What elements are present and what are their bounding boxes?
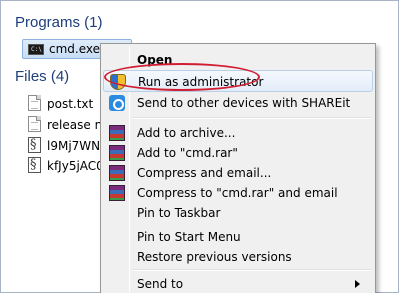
winrar-icon (109, 125, 125, 141)
menu-item-label: Add to "cmd.rar" (137, 146, 238, 160)
menu-item-send-shareit[interactable]: Send to other devices with SHAREit (103, 92, 373, 114)
menu-item-pin-start-menu[interactable]: Pin to Start Menu (103, 226, 373, 248)
file-label: l9Mj7WNb (47, 139, 108, 153)
menu-item-pin-taskbar[interactable]: Pin to Taskbar (103, 202, 373, 224)
files-section-title: Files (4) (15, 68, 70, 85)
winrar-icon (109, 145, 125, 161)
menu-separator (133, 269, 371, 271)
script-icon (28, 157, 41, 173)
document-icon (28, 116, 41, 132)
shareit-icon (109, 95, 125, 111)
menu-item-label: Pin to Start Menu (137, 230, 241, 244)
menu-item-label: Compress and email... (137, 166, 272, 180)
cmd-icon: C:\ (28, 44, 44, 55)
submenu-arrow-icon (355, 280, 360, 288)
menu-item-label: Restore previous versions (137, 250, 292, 264)
winrar-icon (109, 185, 125, 201)
winrar-icon (109, 165, 125, 181)
menu-item-add-archive[interactable]: Add to archive... (103, 122, 373, 144)
menu-item-label: Add to archive... (137, 126, 236, 140)
menu-item-label: Compress to "cmd.rar" and email (137, 186, 338, 200)
menu-item-add-rar[interactable]: Add to "cmd.rar" (103, 142, 373, 164)
document-icon (28, 95, 41, 111)
menu-item-send-to[interactable]: Send to (103, 273, 373, 293)
menu-item-compress-email[interactable]: Compress and email... (103, 162, 373, 184)
highlight-annotation-oval (104, 63, 260, 91)
file-label: post.txt (47, 97, 94, 111)
menu-item-label: Pin to Taskbar (137, 206, 221, 220)
menu-separator (133, 117, 371, 119)
menu-item-label: Send to (137, 277, 184, 291)
script-icon (28, 137, 41, 153)
menu-item-compress-rar-email[interactable]: Compress to "cmd.rar" and email (103, 182, 373, 204)
programs-section-title: Programs (1) (15, 14, 103, 31)
program-label: cmd.exe (49, 42, 101, 56)
menu-item-restore-versions[interactable]: Restore previous versions (103, 246, 373, 268)
menu-item-label: Send to other devices with SHAREit (137, 96, 351, 110)
